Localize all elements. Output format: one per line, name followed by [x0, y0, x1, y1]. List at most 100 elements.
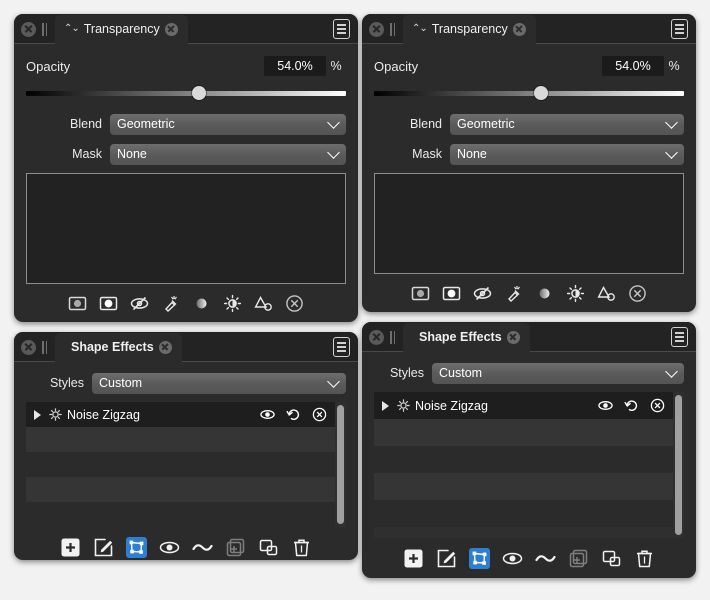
disclosure-triangle-icon[interactable] [34, 409, 41, 420]
scrollbar-thumb[interactable] [337, 405, 344, 524]
tab-close-icon[interactable] [158, 340, 172, 354]
panel-close-button[interactable] [369, 21, 384, 37]
node-edit-icon[interactable] [469, 547, 490, 569]
effects-list[interactable]: Noise Zigzag [374, 392, 684, 538]
close-circle-icon[interactable] [628, 284, 647, 303]
brightness-icon[interactable] [223, 294, 242, 313]
mask-square-icon[interactable] [442, 284, 461, 303]
opacity-unit-label: % [330, 59, 342, 73]
tab-transparency[interactable]: ⌃⌄ Transparency [55, 14, 188, 44]
trash-icon[interactable] [291, 537, 312, 558]
list-item[interactable] [374, 419, 673, 446]
mask-square-icon[interactable] [99, 294, 118, 313]
tab-shape-effects[interactable]: Shape Effects [55, 332, 182, 362]
blend-dropdown[interactable]: Geometric [450, 113, 684, 135]
chevron-down-icon [327, 116, 340, 129]
gradient-circle-icon[interactable] [192, 294, 211, 313]
panel-close-button[interactable] [21, 339, 36, 355]
reset-icon[interactable] [624, 398, 639, 413]
opacity-input[interactable]: 54.0% [602, 56, 664, 76]
tab-label: Transparency [83, 22, 160, 36]
panel-close-button[interactable] [21, 21, 36, 37]
effects-list-scrollbar[interactable] [673, 392, 684, 538]
wave-icon[interactable] [535, 548, 556, 569]
edit-icon[interactable] [436, 548, 457, 569]
mask-dropdown[interactable]: None [450, 143, 684, 165]
list-item[interactable] [374, 473, 673, 500]
blend-dropdown[interactable]: Geometric [110, 113, 346, 135]
styles-dropdown[interactable]: Custom [92, 372, 346, 394]
list-item[interactable] [26, 427, 335, 452]
list-item[interactable] [26, 477, 335, 502]
panel-menu-icon[interactable] [333, 19, 350, 39]
tab-shape-effects[interactable]: Shape Effects [403, 322, 530, 352]
effects-list[interactable]: Noise Zigzag [26, 402, 346, 527]
opacity-input[interactable]: 54.0% [264, 56, 326, 76]
opacity-slider[interactable] [26, 85, 346, 101]
list-item[interactable] [374, 446, 673, 473]
eye-crossed-icon[interactable] [473, 284, 492, 303]
panel-tabbar: ⌃⌄ Transparency [14, 14, 358, 44]
copy-icon[interactable] [258, 537, 279, 558]
opacity-slider-knob[interactable] [534, 86, 549, 100]
remove-icon[interactable] [650, 398, 665, 413]
gradient-square-icon[interactable] [68, 294, 87, 313]
list-item[interactable] [26, 452, 335, 477]
duplicate-icon[interactable] [568, 548, 589, 569]
panel-body: Opacity 54.0% % Blend Geometric Mask Non… [362, 44, 696, 312]
effects-list-scrollbar[interactable] [335, 402, 346, 527]
shapes-icon[interactable] [597, 284, 616, 303]
eye-crossed-icon[interactable] [130, 294, 149, 313]
panel-drag-grip[interactable] [42, 340, 50, 354]
shape-effects-panel-left: Shape Effects Styles Custom Noise Zigzag [14, 332, 358, 560]
panel-menu-icon[interactable] [671, 327, 688, 347]
shapes-icon[interactable] [254, 294, 273, 313]
trash-icon[interactable] [634, 548, 655, 569]
reset-icon[interactable] [286, 407, 301, 422]
list-item[interactable]: Noise Zigzag [374, 392, 673, 419]
eye-icon[interactable] [159, 537, 180, 558]
edit-icon[interactable] [93, 537, 114, 558]
opacity-slider[interactable] [374, 85, 684, 101]
mask-dropdown[interactable]: None [110, 143, 346, 165]
gradient-square-icon[interactable] [411, 284, 430, 303]
wave-icon[interactable] [192, 537, 213, 558]
gradient-circle-icon[interactable] [535, 284, 554, 303]
shape-effects-panel-right: Shape Effects Styles Custom Noise Zigzag [362, 322, 696, 578]
scrollbar-thumb[interactable] [675, 395, 682, 535]
tab-close-icon[interactable] [164, 22, 178, 36]
eyedropper-icon[interactable] [161, 294, 180, 313]
opacity-slider-knob[interactable] [191, 86, 206, 100]
list-item[interactable] [26, 502, 335, 527]
panel-menu-icon[interactable] [671, 19, 688, 39]
transparency-preview-area[interactable] [26, 173, 346, 284]
panel-close-button[interactable] [369, 329, 384, 345]
duplicate-icon[interactable] [225, 537, 246, 558]
list-item-label: Noise Zigzag [67, 407, 140, 422]
panel-drag-grip[interactable] [390, 22, 398, 36]
gear-icon [397, 399, 410, 412]
panel-drag-grip[interactable] [42, 22, 50, 36]
list-item[interactable] [374, 500, 673, 527]
add-icon[interactable] [403, 548, 424, 569]
panel-body: Styles Custom Noise Zigzag [14, 362, 358, 560]
tab-transparency[interactable]: ⌃⌄ Transparency [403, 14, 536, 44]
eye-icon[interactable] [598, 398, 613, 413]
add-icon[interactable] [60, 537, 81, 558]
copy-icon[interactable] [601, 548, 622, 569]
styles-dropdown[interactable]: Custom [432, 362, 684, 384]
eyedropper-icon[interactable] [504, 284, 523, 303]
eye-icon[interactable] [260, 407, 275, 422]
panel-drag-grip[interactable] [390, 330, 398, 344]
remove-icon[interactable] [312, 407, 327, 422]
disclosure-triangle-icon[interactable] [382, 400, 389, 411]
panel-menu-icon[interactable] [333, 337, 350, 357]
tab-close-icon[interactable] [506, 330, 520, 344]
node-edit-icon[interactable] [126, 536, 147, 558]
list-item[interactable]: Noise Zigzag [26, 402, 335, 427]
close-circle-icon[interactable] [285, 294, 304, 313]
transparency-preview-area[interactable] [374, 173, 684, 274]
tab-close-icon[interactable] [512, 22, 526, 36]
eye-icon[interactable] [502, 548, 523, 569]
brightness-icon[interactable] [566, 284, 585, 303]
